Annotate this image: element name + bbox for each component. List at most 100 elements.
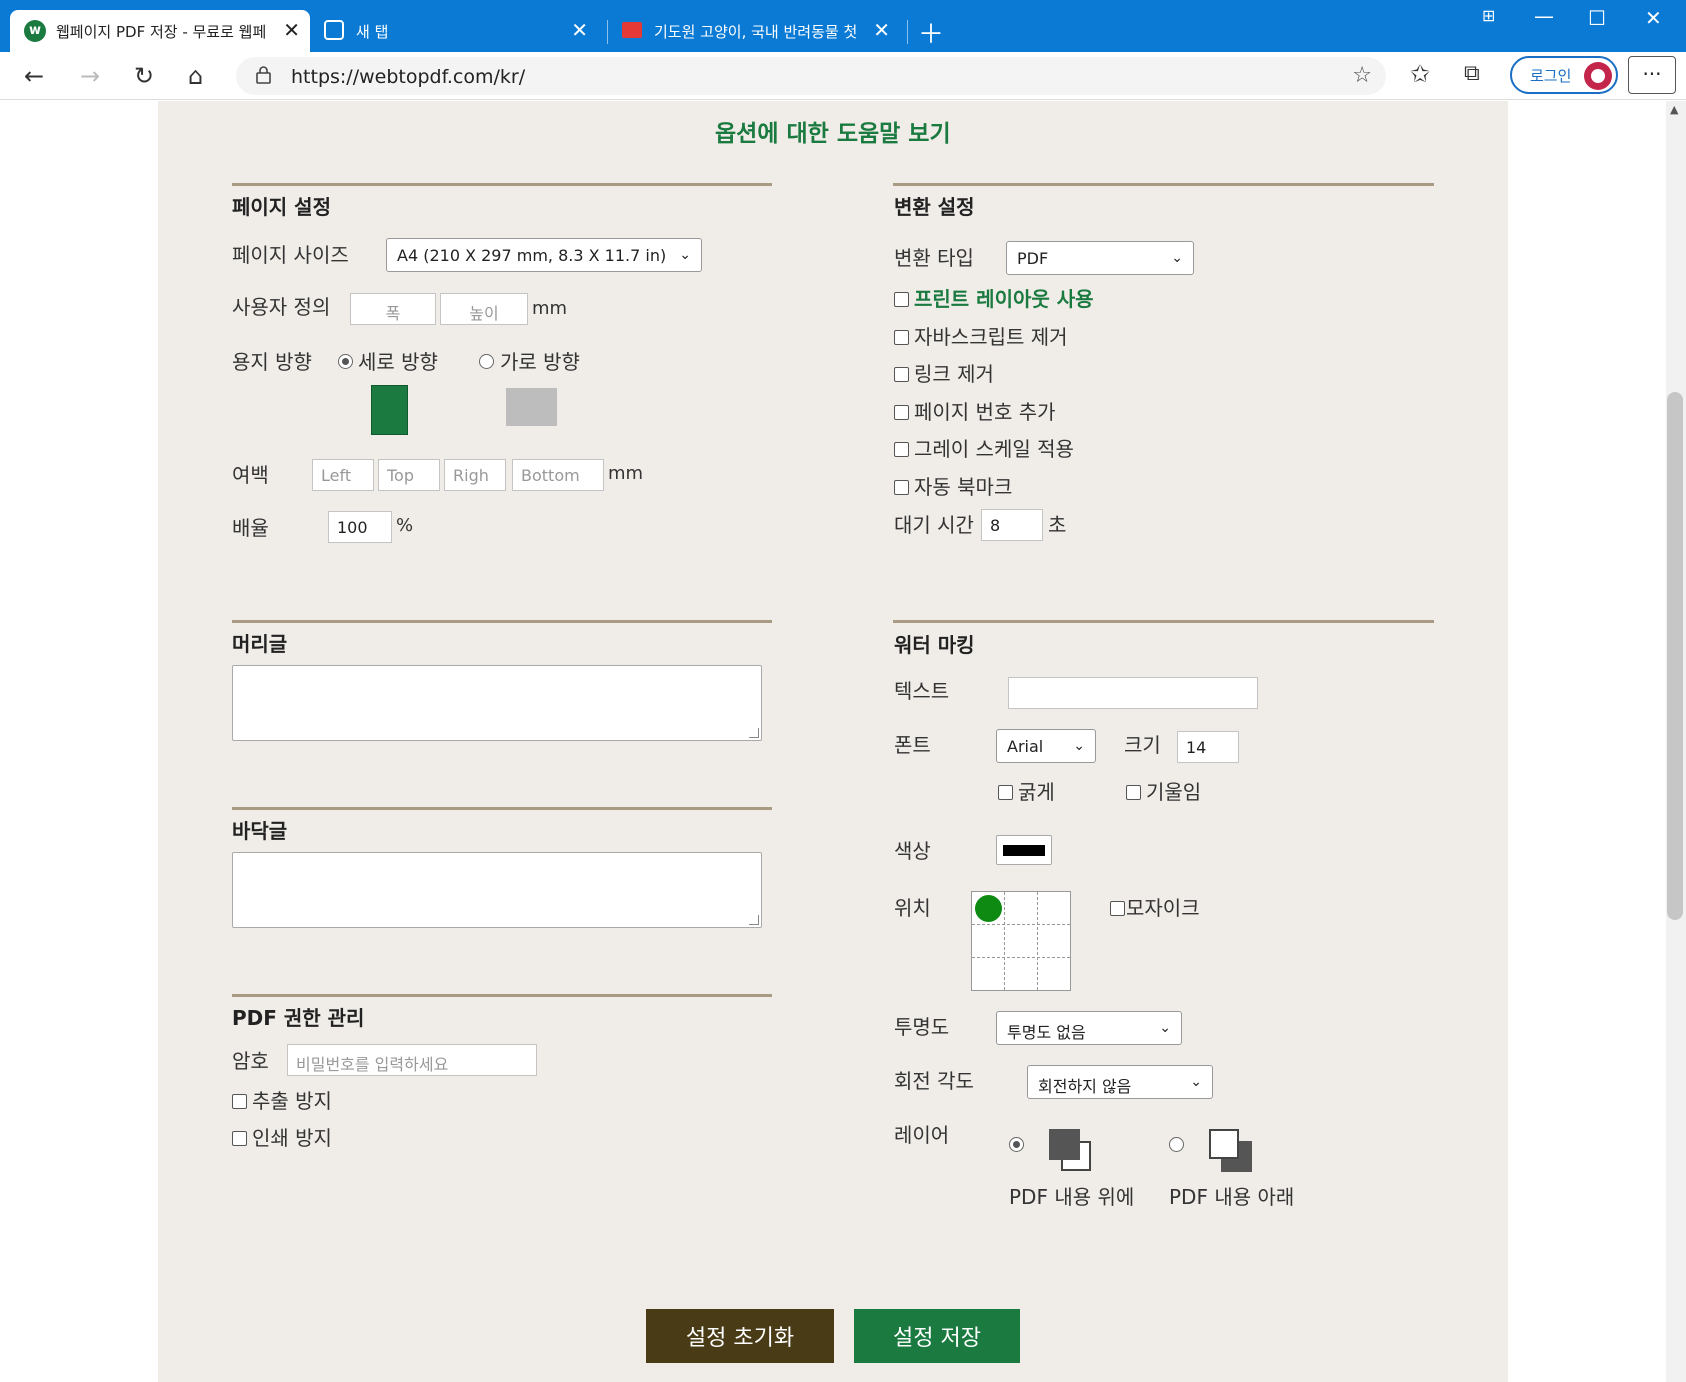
layer-label: 레이어 [894, 1123, 950, 1147]
reset-settings-button[interactable]: 설정 초기화 [646, 1309, 834, 1363]
minimize-icon[interactable]: — [1534, 4, 1554, 28]
remove-links-label: 링크 제거 [914, 362, 994, 386]
margin-bottom-placeholder: Bottom [521, 466, 580, 485]
margin-bottom-input[interactable]: Bottom [512, 459, 604, 491]
favorite-add-icon[interactable]: ☆ [1352, 63, 1372, 88]
color-swatch [1003, 845, 1045, 856]
scroll-up-icon[interactable]: ▲ [1670, 103, 1678, 116]
new-tab-plus-icon[interactable]: ＋ [918, 14, 944, 51]
italic-checkbox[interactable] [1126, 785, 1141, 800]
bold-checkbox[interactable] [998, 785, 1013, 800]
margin-top-input[interactable]: Top [378, 459, 440, 491]
no-extract-checkbox[interactable] [232, 1094, 247, 1109]
remove-js-checkbox[interactable] [894, 330, 909, 345]
margin-left-input[interactable]: Left [312, 459, 374, 491]
grayscale-checkbox[interactable] [894, 442, 909, 457]
wait-time-label: 대기 시간 [894, 513, 974, 537]
custom-width-input[interactable]: 폭 [350, 293, 436, 325]
resize-grip-icon[interactable] [749, 728, 759, 738]
reload-icon[interactable]: ↻ [134, 62, 154, 90]
margin-label: 여백 [232, 463, 269, 487]
page-numbers-checkbox[interactable] [894, 405, 909, 420]
tab-news[interactable]: 기도원 고양이, 국내 반려동물 첫 ✕ [616, 10, 900, 52]
section-divider [232, 620, 772, 623]
chevron-down-icon: ⌄ [1190, 1074, 1202, 1090]
chevron-down-icon: ⌄ [679, 247, 691, 263]
opacity-value: 투명도 없음 [1007, 1023, 1086, 1042]
margin-right-input[interactable]: Righ [444, 459, 506, 491]
close-tab-icon[interactable]: ✕ [283, 20, 300, 40]
header-textarea[interactable] [232, 665, 762, 741]
address-bar[interactable]: https://webtopdf.com/kr/ ☆ [236, 57, 1386, 95]
tab-actions-icon[interactable]: ⊞ [1482, 6, 1495, 25]
remove-links-checkbox[interactable] [894, 367, 909, 382]
scale-input[interactable]: 100 [328, 511, 392, 543]
password-input[interactable]: 비밀번호를 입력하세요 [287, 1044, 537, 1076]
page-size-select[interactable]: A4 (210 X 297 mm, 8.3 X 11.7 in) ⌄ [386, 238, 702, 272]
page-settings-title: 페이지 설정 [232, 195, 331, 219]
chevron-down-icon: ⌄ [1159, 1020, 1171, 1036]
home-icon[interactable]: ⌂ [188, 62, 203, 90]
help-link[interactable]: 옵션에 대한 도움말 보기 [715, 114, 951, 148]
position-grid[interactable] [971, 891, 1071, 991]
back-arrow-icon[interactable]: ← [24, 62, 44, 90]
layer-over-radio[interactable] [1009, 1137, 1024, 1152]
opacity-select[interactable]: 투명도 없음 ⌄ [996, 1011, 1182, 1045]
width-placeholder: 폭 [385, 304, 401, 323]
portrait-label: 세로 방향 [358, 350, 438, 374]
footer-title: 바닥글 [232, 819, 288, 843]
tab-divider [907, 20, 908, 44]
landscape-preview-icon[interactable] [506, 388, 557, 426]
news-favicon [622, 22, 642, 38]
scrollbar-thumb[interactable] [1667, 392, 1683, 920]
login-button[interactable]: 로그인 [1510, 56, 1618, 94]
more-menu-button[interactable]: ··· [1628, 56, 1676, 94]
maximize-icon[interactable]: ☐ [1588, 6, 1606, 30]
tab-new[interactable]: 새 탭 ✕ [318, 10, 598, 52]
orientation-label: 용지 방향 [232, 350, 312, 374]
watermark-text-label: 텍스트 [894, 679, 950, 703]
tab-title: 웹페이지 PDF 저장 - 무료로 웹페 [56, 23, 267, 41]
footer-textarea[interactable] [232, 852, 762, 928]
grayscale-label: 그레이 스케일 적용 [914, 437, 1074, 461]
close-tab-icon[interactable]: ✕ [873, 20, 890, 40]
favorites-icon[interactable]: ✩ [1410, 60, 1430, 88]
color-picker[interactable] [996, 835, 1052, 865]
auto-bookmark-checkbox[interactable] [894, 480, 909, 495]
wait-time-input[interactable]: 8 [981, 509, 1043, 541]
password-label: 암호 [232, 1049, 269, 1073]
portrait-preview-icon[interactable] [371, 385, 408, 435]
tab-title: 기도원 고양이, 국내 반려동물 첫 [654, 23, 858, 41]
layer-under-radio[interactable] [1169, 1137, 1184, 1152]
rotation-select[interactable]: 회전하지 않음 ⌄ [1027, 1065, 1213, 1099]
tab-webtopdf[interactable]: w 웹페이지 PDF 저장 - 무료로 웹페 ✕ [10, 10, 310, 52]
tab-title: 새 탭 [356, 23, 389, 41]
mosaic-checkbox[interactable] [1110, 901, 1125, 916]
rotation-label: 회전 각도 [894, 1069, 974, 1093]
browser-toolbar: ← → ↻ ⌂ https://webtopdf.com/kr/ ☆ ✩ ⧉ 로… [0, 52, 1686, 100]
forward-arrow-icon[interactable]: → [80, 62, 100, 90]
font-value: Arial [1007, 737, 1044, 756]
layer-under-icon[interactable] [1209, 1129, 1255, 1173]
watermark-text-input[interactable] [1008, 677, 1258, 709]
color-label: 색상 [894, 839, 931, 863]
close-window-icon[interactable]: ✕ [1645, 6, 1662, 30]
landscape-radio[interactable] [479, 354, 494, 369]
size-input[interactable]: 14 [1177, 731, 1239, 763]
custom-height-input[interactable]: 높이 [440, 293, 528, 325]
save-settings-button[interactable]: 설정 저장 [854, 1309, 1020, 1363]
font-select[interactable]: Arial ⌄ [996, 729, 1096, 763]
resize-grip-icon[interactable] [749, 915, 759, 925]
selected-position-dot[interactable] [975, 895, 1002, 922]
landscape-label: 가로 방향 [500, 350, 580, 374]
conversion-type-select[interactable]: PDF ⌄ [1006, 241, 1194, 275]
collections-icon[interactable]: ⧉ [1464, 60, 1480, 88]
no-print-label: 인쇄 방지 [252, 1126, 332, 1150]
grid-line [1004, 892, 1005, 990]
close-tab-icon[interactable]: ✕ [571, 20, 588, 40]
print-layout-checkbox[interactable] [894, 292, 909, 307]
print-layout-label: 프린트 레이아웃 사용 [914, 287, 1094, 311]
no-print-checkbox[interactable] [232, 1131, 247, 1146]
layer-over-icon[interactable] [1049, 1129, 1095, 1173]
portrait-radio[interactable] [338, 354, 353, 369]
